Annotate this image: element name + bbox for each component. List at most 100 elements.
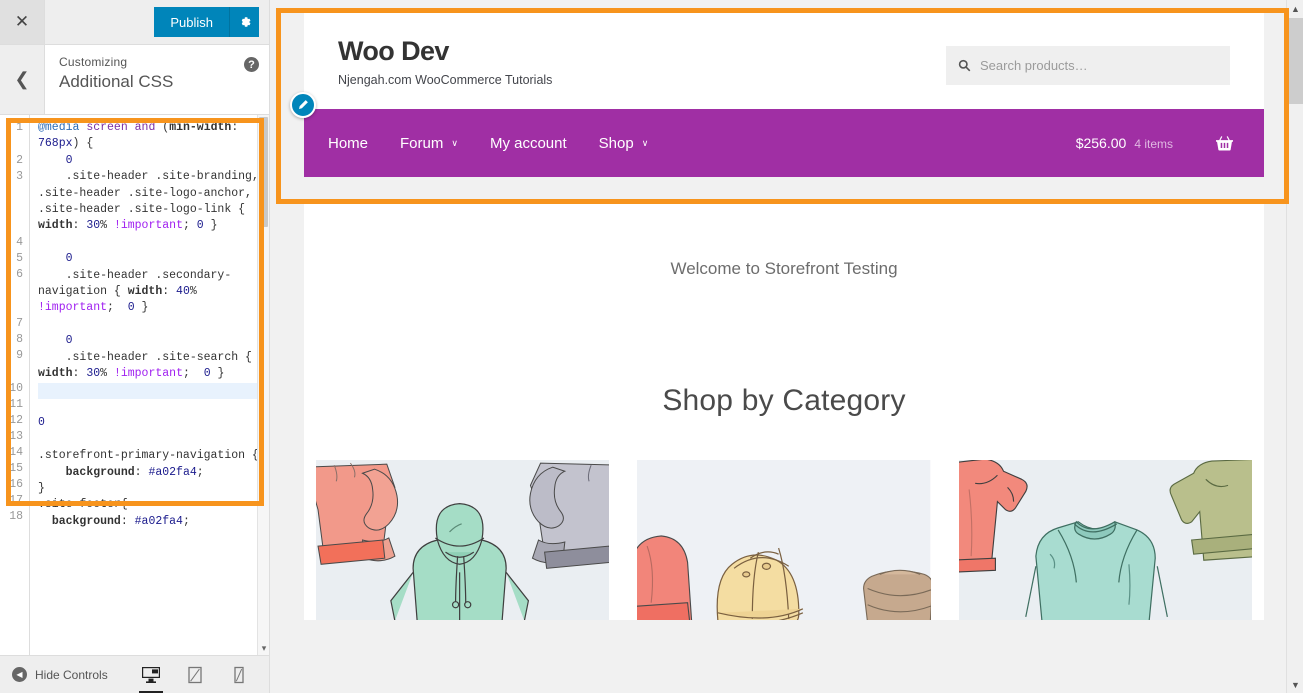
chevron-down-icon[interactable]: ∨ — [451, 138, 458, 149]
main-content: Welcome to Storefront Testing Shop by Ca… — [304, 199, 1264, 620]
hoodies-illustration — [316, 460, 610, 620]
device-mobile-button[interactable] — [225, 660, 253, 690]
editor-scroll-down-icon[interactable]: ▾ — [258, 641, 269, 655]
publish-button[interactable]: Publish — [154, 7, 229, 37]
line-number: 5 — [16, 252, 23, 265]
category-section-heading: Shop by Category — [662, 384, 906, 417]
cart-amount: $256.00 — [1075, 135, 1127, 151]
basket-glyph — [1216, 135, 1233, 150]
shopping-basket-icon[interactable] — [1215, 135, 1234, 152]
line-number: 1 — [16, 121, 23, 134]
cart-item-count: 4 items — [1134, 137, 1173, 151]
line-number: 6 — [16, 268, 23, 281]
nav-item-label: Home — [328, 134, 369, 152]
page-title: Additional CSS — [59, 72, 174, 91]
code-line: } — [38, 481, 45, 495]
scroll-up-icon[interactable]: ▲ — [1287, 0, 1303, 17]
preview-page: Woo Dev Njengah.com WooCommerce Tutorial… — [270, 0, 1288, 693]
nav-item-home[interactable]: Home — [328, 135, 368, 152]
device-desktop-button[interactable] — [137, 660, 165, 693]
page-scrollbar-thumb[interactable] — [1288, 18, 1303, 104]
line-number: 2 — [16, 154, 23, 167]
line-number: 10 — [9, 382, 23, 395]
scroll-down-icon[interactable]: ▼ — [1287, 676, 1303, 693]
line-number: 16 — [9, 478, 23, 491]
device-preview-group — [137, 660, 269, 693]
gear-glyph — [241, 17, 250, 27]
code-line: .site-header .secondary-navigation { wid… — [38, 268, 232, 315]
desktop-icon — [142, 666, 160, 683]
site-preview: Woo Dev Njengah.com WooCommerce Tutorial… — [270, 0, 1303, 693]
caps-illustration — [637, 460, 931, 620]
line-number: 7 — [16, 317, 23, 330]
line-number: 8 — [16, 333, 23, 346]
code-line: .site-header .site-branding, .site-heade… — [38, 170, 259, 233]
device-tablet-button[interactable] — [181, 660, 209, 690]
close-icon[interactable]: ✕ — [0, 0, 45, 44]
hide-controls-button[interactable]: ◀ Hide Controls — [0, 667, 108, 682]
line-number: 18 — [9, 510, 23, 523]
collapse-icon: ◀ — [12, 667, 27, 682]
search-input[interactable] — [980, 58, 1218, 73]
customizer-screen: ✕ Publish ❮ Customizing Additional CSS ? — [0, 0, 1303, 693]
code-line: 0 — [65, 252, 73, 266]
code-line: background: #a02fa4; — [51, 514, 190, 528]
nav-item-label: My account — [489, 134, 567, 152]
line-number: 14 — [9, 446, 23, 459]
css-code-editor[interactable]: 1 2 3 4 5 6 7 8 9 10 11 12 13 14 15 16 17 18 @media scree… — [0, 115, 269, 655]
editor-scrollbar[interactable]: ▾ — [257, 115, 269, 655]
line-number: 12 — [9, 414, 23, 427]
mobile-icon — [234, 666, 244, 683]
tablet-icon — [188, 666, 202, 683]
nav-item-my-account[interactable]: My account — [490, 135, 567, 152]
pencil-glyph — [299, 100, 308, 109]
line-number: 9 — [16, 349, 23, 362]
site-description: Njengah.com WooCommerce Tutorials — [338, 73, 553, 87]
edit-pencil-icon[interactable] — [290, 92, 316, 118]
customizer-panel-header: ❮ Customizing Additional CSS ? — [0, 45, 269, 115]
editor-code-body[interactable]: @media screen and (min-width: 768px) { 0… — [30, 115, 269, 655]
line-number: 4 — [16, 236, 23, 249]
code-line: 0 — [65, 334, 73, 348]
site-header: Woo Dev Njengah.com WooCommerce Tutorial… — [304, 10, 1264, 109]
code-line: .storefront-primary-navigation { — [38, 449, 259, 463]
breadcrumb: Customizing — [59, 55, 128, 69]
panel-titles: Customizing Additional CSS ? — [45, 45, 269, 114]
nav-item-label: Forum — [400, 134, 444, 152]
hoodies-category-image[interactable] — [316, 460, 610, 620]
search-icon — [958, 59, 971, 72]
site-branding: Woo Dev Njengah.com WooCommerce Tutorial… — [338, 36, 946, 87]
caps-category-image[interactable] — [637, 460, 931, 620]
cart-area: $256.00 4 items — [1076, 135, 1234, 152]
cart-summary[interactable]: $256.00 4 items — [1076, 135, 1173, 151]
editor-scrollbar-thumb[interactable] — [259, 117, 268, 227]
code-line: @media screen and (min-width: 768px) { — [38, 121, 246, 151]
nav-item-shop[interactable]: Shop ∨ — [599, 135, 649, 152]
chevron-down-icon[interactable]: ∨ — [642, 138, 649, 149]
gear-icon[interactable] — [229, 7, 259, 37]
nav-items: Home Forum ∨ My account Shop ∨ — [328, 135, 648, 152]
page-scrollbar[interactable]: ▲ ▼ — [1286, 0, 1303, 693]
line-number: 11 — [9, 398, 23, 411]
search-box[interactable] — [946, 46, 1230, 85]
customizer-sidebar: ✕ Publish ❮ Customizing Additional CSS ? — [0, 0, 270, 693]
site-search — [946, 46, 1230, 85]
site-title[interactable]: Woo Dev — [338, 36, 946, 67]
chevron-left-icon[interactable]: ❮ — [0, 45, 45, 114]
code-line: .site-header .site-search { width: 30% !… — [38, 350, 259, 381]
help-icon[interactable]: ? — [244, 57, 259, 72]
line-number: 3 — [16, 170, 23, 183]
editor-line-numbers: 1 2 3 4 5 6 7 8 9 10 11 12 13 14 15 16 17 18 — [0, 115, 30, 655]
primary-navigation: Home Forum ∨ My account Shop ∨ $256.00 4 item… — [290, 92, 1264, 177]
line-number: 15 — [9, 462, 23, 475]
nav-item-forum[interactable]: Forum ∨ — [400, 135, 458, 152]
code-line: background: #a02fa4; — [65, 465, 204, 479]
tshirts-category-image[interactable] — [958, 460, 1252, 620]
customizer-footer: ◀ Hide Controls — [0, 655, 269, 693]
category-grid — [304, 460, 1264, 620]
customizer-topbar: ✕ Publish — [0, 0, 269, 45]
tshirts-illustration — [958, 460, 1252, 620]
